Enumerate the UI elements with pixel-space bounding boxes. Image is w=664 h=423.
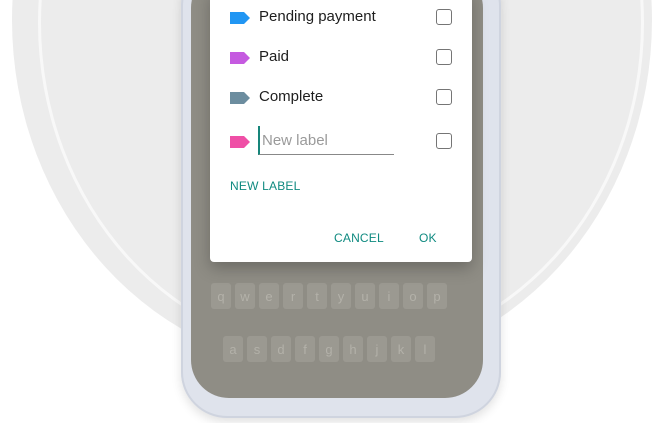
cancel-button[interactable]: CANCEL bbox=[334, 231, 384, 245]
key-h[interactable]: h bbox=[343, 336, 363, 362]
label-row-complete[interactable]: Complete bbox=[210, 78, 472, 118]
new-label-checkbox[interactable] bbox=[436, 133, 452, 149]
label-row-paid[interactable]: Paid bbox=[210, 38, 472, 78]
key-a[interactable]: a bbox=[223, 336, 243, 362]
tag-icon bbox=[230, 136, 250, 148]
label-text: Pending payment bbox=[259, 8, 376, 25]
label-text: Complete bbox=[259, 88, 324, 105]
key-k[interactable]: k bbox=[391, 336, 411, 362]
ok-button[interactable]: OK bbox=[419, 231, 437, 245]
tag-icon bbox=[230, 12, 250, 24]
label-checkbox[interactable] bbox=[436, 9, 452, 25]
key-d[interactable]: d bbox=[271, 336, 291, 362]
tag-icon bbox=[230, 92, 250, 104]
key-o[interactable]: o bbox=[403, 283, 423, 309]
key-u[interactable]: u bbox=[355, 283, 375, 309]
labels-dialog: Pending payment Paid Complete NEW LABEL … bbox=[210, 0, 472, 262]
label-text: Paid bbox=[259, 48, 290, 65]
new-label-row bbox=[210, 122, 472, 162]
key-t[interactable]: t bbox=[307, 283, 327, 309]
keyboard-row-2: a s d f g h j k l bbox=[223, 336, 435, 362]
tag-icon bbox=[230, 52, 250, 64]
key-l[interactable]: l bbox=[415, 336, 435, 362]
key-f[interactable]: f bbox=[295, 336, 315, 362]
key-j[interactable]: j bbox=[367, 336, 387, 362]
key-y[interactable]: y bbox=[331, 283, 351, 309]
new-label-button[interactable]: NEW LABEL bbox=[230, 179, 301, 193]
key-i[interactable]: i bbox=[379, 283, 399, 309]
key-w[interactable]: w bbox=[235, 283, 255, 309]
key-q[interactable]: q bbox=[211, 283, 231, 309]
label-row-pending-payment[interactable]: Pending payment bbox=[210, 0, 472, 38]
label-checkbox[interactable] bbox=[436, 49, 452, 65]
new-label-input[interactable] bbox=[258, 126, 394, 155]
key-g[interactable]: g bbox=[319, 336, 339, 362]
key-e[interactable]: e bbox=[259, 283, 279, 309]
key-p[interactable]: p bbox=[427, 283, 447, 309]
key-r[interactable]: r bbox=[283, 283, 303, 309]
label-checkbox[interactable] bbox=[436, 89, 452, 105]
keyboard-row-1: q w e r t y u i o p bbox=[211, 283, 447, 309]
key-s[interactable]: s bbox=[247, 336, 267, 362]
